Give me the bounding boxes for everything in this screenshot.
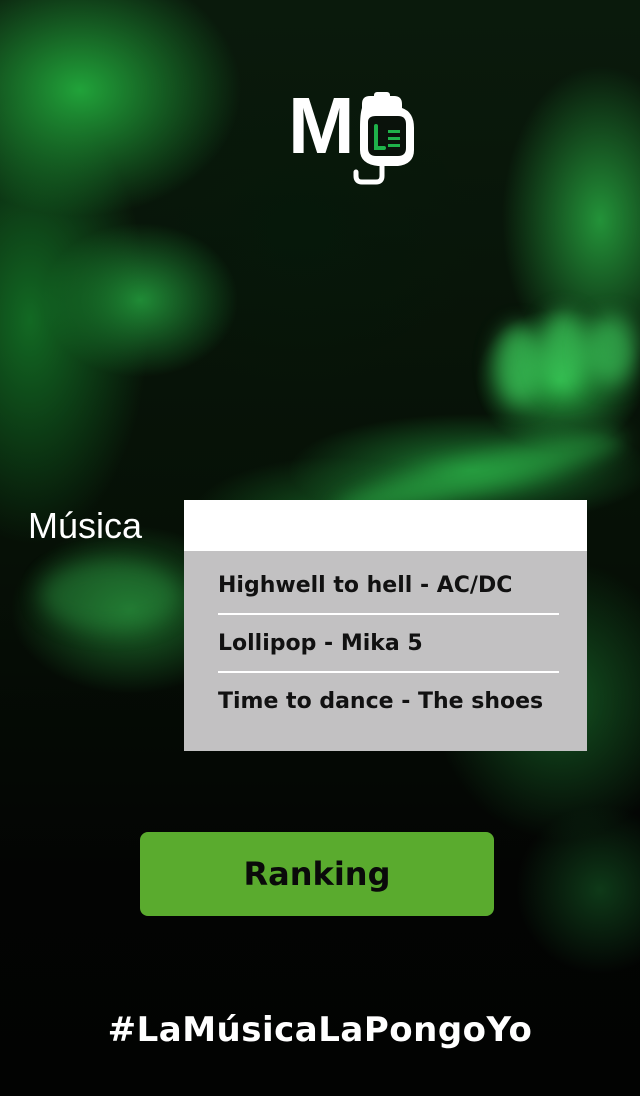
tuning-peg-blur xyxy=(585,315,637,385)
suggestion-item[interactable]: Time to dance - The shoes xyxy=(218,673,559,729)
suggestion-item[interactable]: Lollipop - Mika 5 xyxy=(218,615,559,671)
app-logo: M xyxy=(286,86,426,192)
app-screen: M Música Highwell to hell - AC/DC Lollip… xyxy=(0,0,640,1096)
drink-bottle-icon xyxy=(353,92,414,185)
suggestion-item[interactable]: Highwell to hell - AC/DC xyxy=(218,557,559,613)
music-search-input[interactable] xyxy=(184,500,587,551)
suggestions-dropdown: Highwell to hell - AC/DC Lollipop - Mika… xyxy=(184,551,587,751)
campaign-hashtag: #LaMúsicaLaPongoYo xyxy=(107,1010,533,1050)
music-field-label: Música xyxy=(28,505,143,546)
tuning-peg-blur xyxy=(540,312,588,392)
hand-blur xyxy=(40,560,180,630)
logo-letter: M xyxy=(288,81,355,170)
tuning-peg-blur xyxy=(495,325,543,405)
ranking-button[interactable]: Ranking xyxy=(140,832,494,916)
